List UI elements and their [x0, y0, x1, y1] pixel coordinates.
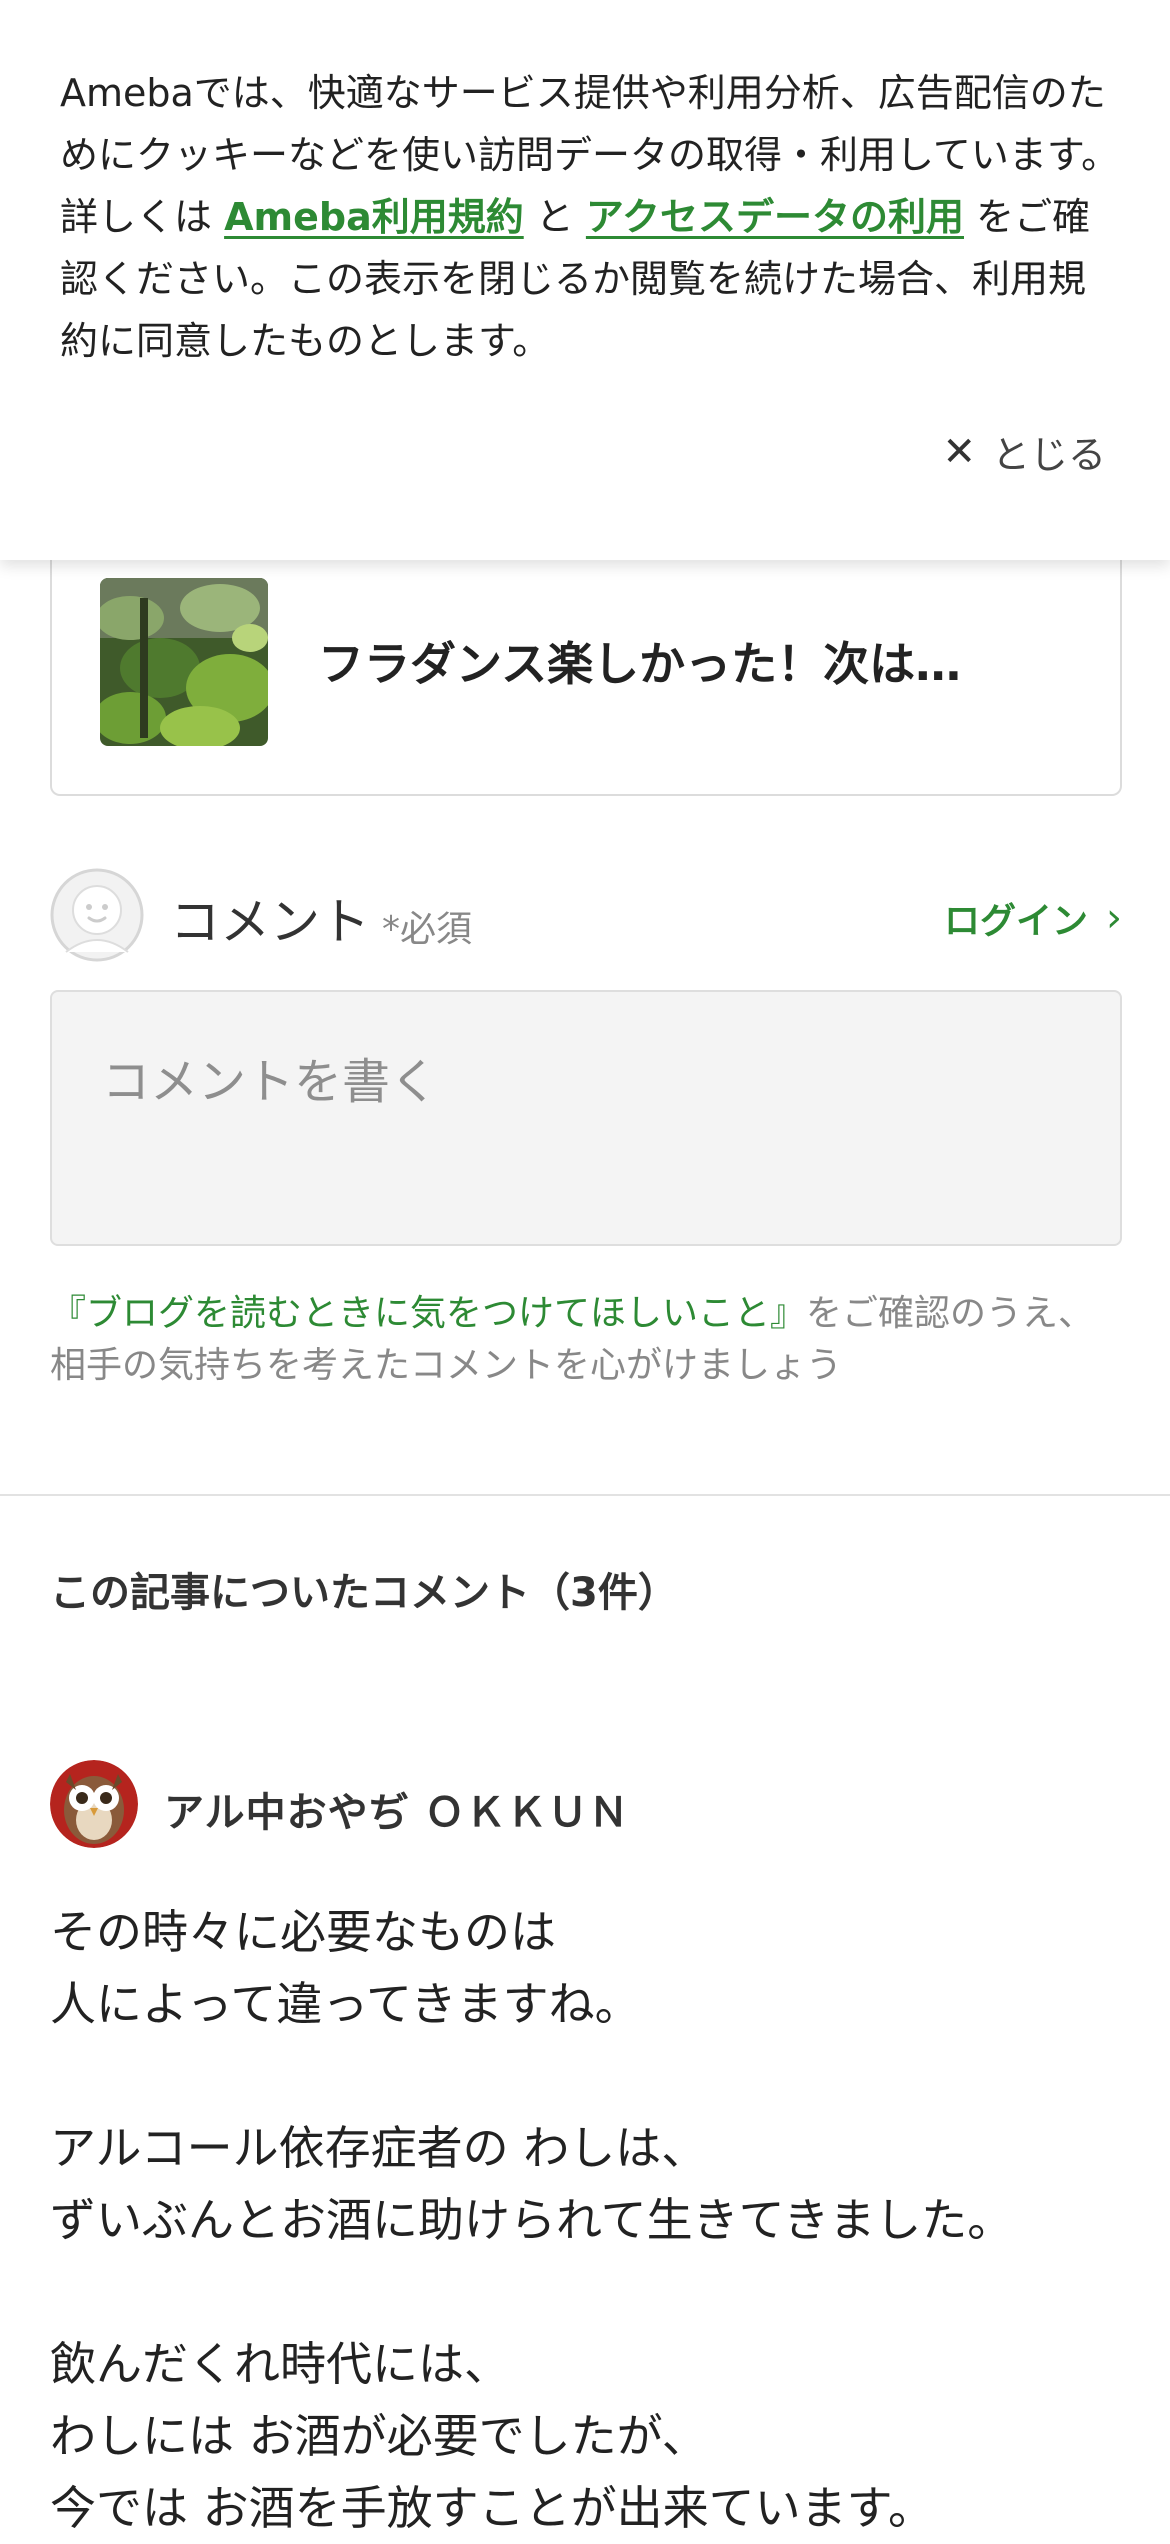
foliage-image [100, 578, 268, 746]
cookie-consent-banner: Amebaでは、快適なサービス提供や利用分析、広告配信のためにクッキーなどを使い… [0, 0, 1170, 560]
comment-line: わしには お酒が必要でしたが、 [50, 2409, 708, 2463]
comment-line: アルコール依存症者の わしは、 [50, 2121, 708, 2175]
owl-avatar-image [50, 1760, 138, 1848]
default-avatar-icon [50, 868, 144, 962]
chevron-right-icon: › [1106, 895, 1122, 941]
comment-input[interactable] [50, 990, 1122, 1246]
blog-guideline-link[interactable]: 『ブログを読むときに気をつけてほしいこと』 [50, 1293, 806, 1334]
comment-blank-line [50, 2256, 1130, 2328]
login-label: ログイン [943, 901, 1088, 942]
close-banner-label: とじる [991, 433, 1106, 477]
comment-blank-line [50, 2040, 1130, 2112]
close-banner-button[interactable]: ✕ とじる [942, 424, 1106, 479]
comment-line: 今では お酒を手放すことが出来ています。 [50, 2481, 935, 2535]
cookie-text-middle: と [523, 195, 586, 239]
comment-body: その時々に必要なものは 人によって違ってきますね。 アルコール依存症者の わしは… [50, 1896, 1130, 2544]
comment-line: 人によって違ってきますね。 [50, 1977, 641, 2031]
login-link[interactable]: ログイン › [944, 892, 1122, 944]
comment-line: ずいぶんとお酒に助けられて生きてきました。 [50, 2193, 1014, 2247]
article-thumbnail [100, 578, 268, 746]
comment-label: コメント [170, 893, 370, 951]
related-article-title: フラダンス楽しかった！次は… [318, 637, 962, 691]
commenter-avatar[interactable] [50, 1760, 138, 1848]
related-article-card[interactable]: フラダンス楽しかった！次は… [50, 520, 1122, 796]
required-mark: *必須 [382, 909, 473, 950]
access-data-link[interactable]: アクセスデータの利用 [586, 195, 964, 239]
comment-author-row: アル中おやぢ ＯＫＫＵＮ [50, 1760, 1122, 1850]
section-divider [0, 1494, 1170, 1496]
close-icon: ✕ [942, 428, 976, 475]
comment-guideline: 『ブログを読むときに気をつけてほしいこと』をご確認のうえ、相手の気持ちを考えたコ… [50, 1288, 1130, 1392]
terms-of-use-link[interactable]: Ameba利用規約 [224, 195, 524, 239]
commenter-name[interactable]: アル中おやぢ ＯＫＫＵＮ [164, 1780, 630, 1838]
comments-heading: この記事についたコメント（3件） [50, 1570, 678, 1616]
cookie-notice-text: Amebaでは、快適なサービス提供や利用分析、広告配信のためにクッキーなどを使い… [60, 62, 1120, 372]
comment-line: その時々に必要なものは [50, 1905, 556, 1959]
comment-form-header: コメント *必須 ログイン › [50, 868, 1122, 964]
comment-line: 飲んだくれ時代には、 [50, 2337, 510, 2391]
